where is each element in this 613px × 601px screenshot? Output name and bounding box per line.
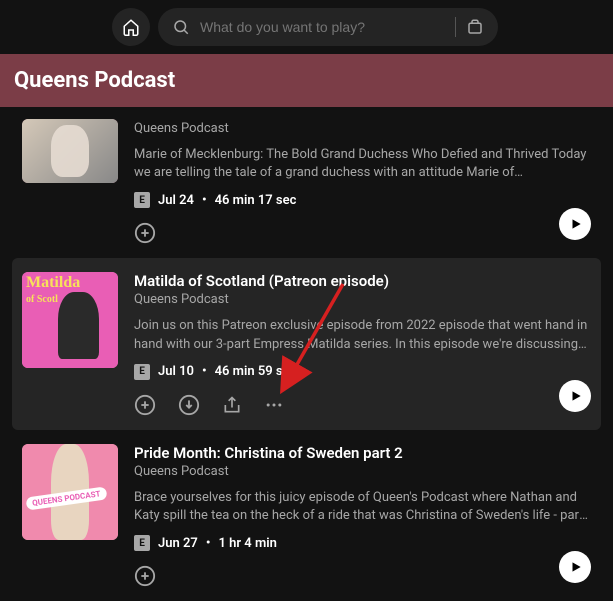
episode-description: Marie of Mecklenburg: The Bold Grand Duc… bbox=[134, 146, 591, 182]
share-icon bbox=[222, 395, 242, 415]
play-icon bbox=[569, 389, 583, 403]
episode-meta: E Jun 27 • 1 hr 4 min bbox=[134, 535, 591, 551]
title-banner: Queens Podcast bbox=[0, 54, 613, 107]
download-icon bbox=[178, 394, 200, 416]
episode-title: Matilda of Scotland (Patreon episode) bbox=[134, 272, 591, 290]
add-button[interactable] bbox=[134, 565, 156, 587]
episode-row[interactable]: Queens Podcast Marie of Mecklenburg: The… bbox=[12, 107, 601, 258]
plus-circle-icon bbox=[134, 565, 156, 587]
episode-description: Brace yourselves for this juicy episode … bbox=[134, 489, 591, 525]
explicit-badge: E bbox=[134, 192, 150, 208]
episode-list: Queens Podcast Marie of Mecklenburg: The… bbox=[0, 107, 613, 601]
more-button[interactable] bbox=[264, 395, 284, 415]
episode-show: Queens Podcast bbox=[134, 464, 591, 479]
download-button[interactable] bbox=[178, 394, 200, 416]
play-icon bbox=[569, 560, 583, 574]
episode-artwork[interactable]: Matildaof Scotl bbox=[22, 272, 118, 368]
episode-title: Pride Month: Christina of Sweden part 2 bbox=[134, 444, 591, 462]
share-button[interactable] bbox=[222, 395, 242, 415]
plus-circle-icon bbox=[134, 222, 156, 244]
page-title: Queens Podcast bbox=[14, 68, 599, 93]
plus-circle-icon bbox=[134, 394, 156, 416]
episode-duration: 46 min 59 sec bbox=[215, 364, 297, 379]
play-button[interactable] bbox=[559, 551, 591, 583]
browse-icon[interactable] bbox=[466, 18, 484, 36]
episode-duration: 46 min 17 sec bbox=[215, 193, 297, 208]
episode-artwork[interactable]: QUEENS PODCAST bbox=[22, 444, 118, 540]
top-bar bbox=[0, 0, 613, 54]
episode-date: Jul 24 bbox=[158, 193, 194, 208]
episode-date: Jul 10 bbox=[158, 364, 194, 379]
add-button[interactable] bbox=[134, 222, 156, 244]
episode-artwork[interactable] bbox=[22, 119, 118, 183]
play-icon bbox=[569, 217, 583, 231]
more-icon bbox=[264, 395, 284, 415]
play-button[interactable] bbox=[559, 380, 591, 412]
search-icon bbox=[172, 18, 190, 36]
add-button[interactable] bbox=[134, 394, 156, 416]
episode-row[interactable]: QUEENS PODCAST Pride Month: Christina of… bbox=[12, 430, 601, 601]
home-button[interactable] bbox=[112, 8, 150, 46]
explicit-badge: E bbox=[134, 535, 150, 551]
search-bar[interactable] bbox=[158, 8, 498, 46]
episode-meta: E Jul 10 • 46 min 59 sec bbox=[134, 364, 591, 380]
episode-description: Join us on this Patreon exclusive episod… bbox=[134, 317, 591, 353]
episode-row[interactable]: Matildaof Scotl Matilda of Scotland (Pat… bbox=[12, 258, 601, 429]
episode-show: Queens Podcast bbox=[134, 292, 591, 307]
search-input[interactable] bbox=[200, 19, 445, 35]
home-icon bbox=[122, 18, 140, 36]
episode-show: Queens Podcast bbox=[134, 121, 591, 136]
episode-meta: E Jul 24 • 46 min 17 sec bbox=[134, 192, 591, 208]
episode-date: Jun 27 bbox=[158, 536, 198, 551]
episode-duration: 1 hr 4 min bbox=[218, 536, 276, 551]
divider bbox=[455, 17, 456, 37]
explicit-badge: E bbox=[134, 364, 150, 380]
